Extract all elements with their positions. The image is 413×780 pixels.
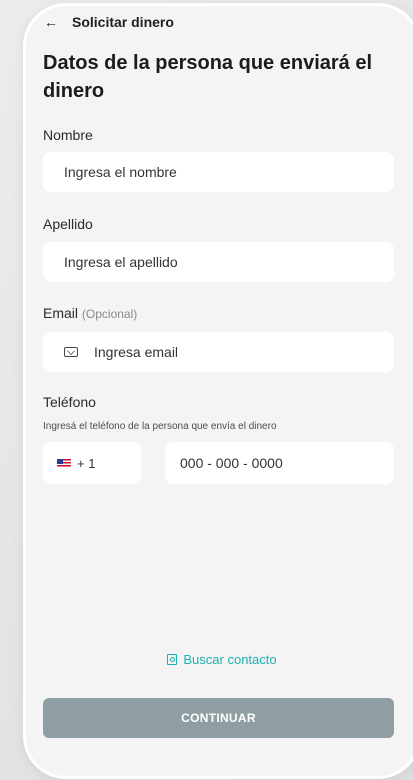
back-arrow-icon[interactable]: ← — [44, 15, 58, 29]
continue-button[interactable]: CONTINUAR — [43, 698, 394, 738]
lastname-placeholder: Ingresa el apellido — [64, 254, 178, 270]
lastname-input[interactable]: Ingresa el apellido — [43, 242, 394, 282]
email-optional-text: (Opcional) — [81, 307, 138, 321]
email-placeholder: Ingresa email — [94, 344, 179, 360]
email-label-text: Email — [43, 305, 79, 321]
email-input[interactable]: Ingresa email — [43, 332, 394, 372]
phone-helper-text: Ingresá el teléfono de la persona que en… — [43, 421, 277, 432]
continue-label: CONTINUAR — [181, 711, 256, 725]
search-contact-label: Buscar contacto — [183, 652, 277, 667]
contact-card-icon — [167, 654, 178, 665]
phone-frame: ← Solicitar dinero Datos de la persona q… — [26, 6, 413, 776]
lastname-label: Apellido — [43, 216, 93, 232]
name-placeholder: Ingresa el nombre — [64, 164, 177, 180]
country-code-value: + 1 — [77, 455, 96, 471]
name-input[interactable]: Ingresa el nombre — [43, 152, 394, 192]
phone-placeholder: 000 - 000 - 0000 — [180, 455, 283, 471]
header-title: Solicitar dinero — [72, 14, 174, 30]
mail-icon — [64, 347, 78, 357]
phone-number-input[interactable]: 000 - 000 - 0000 — [165, 442, 394, 484]
country-code-select[interactable]: + 1 — [43, 442, 141, 484]
section-title: Datos de la persona que enviará el diner… — [43, 52, 373, 102]
phone-label: Teléfono — [43, 394, 96, 410]
top-bar: ← Solicitar dinero — [44, 14, 174, 30]
email-label: Email (Opcional) — [43, 305, 137, 321]
us-flag-icon — [57, 458, 71, 468]
search-contact-link[interactable]: Buscar contacto — [26, 652, 413, 667]
name-label: Nombre — [43, 127, 93, 143]
